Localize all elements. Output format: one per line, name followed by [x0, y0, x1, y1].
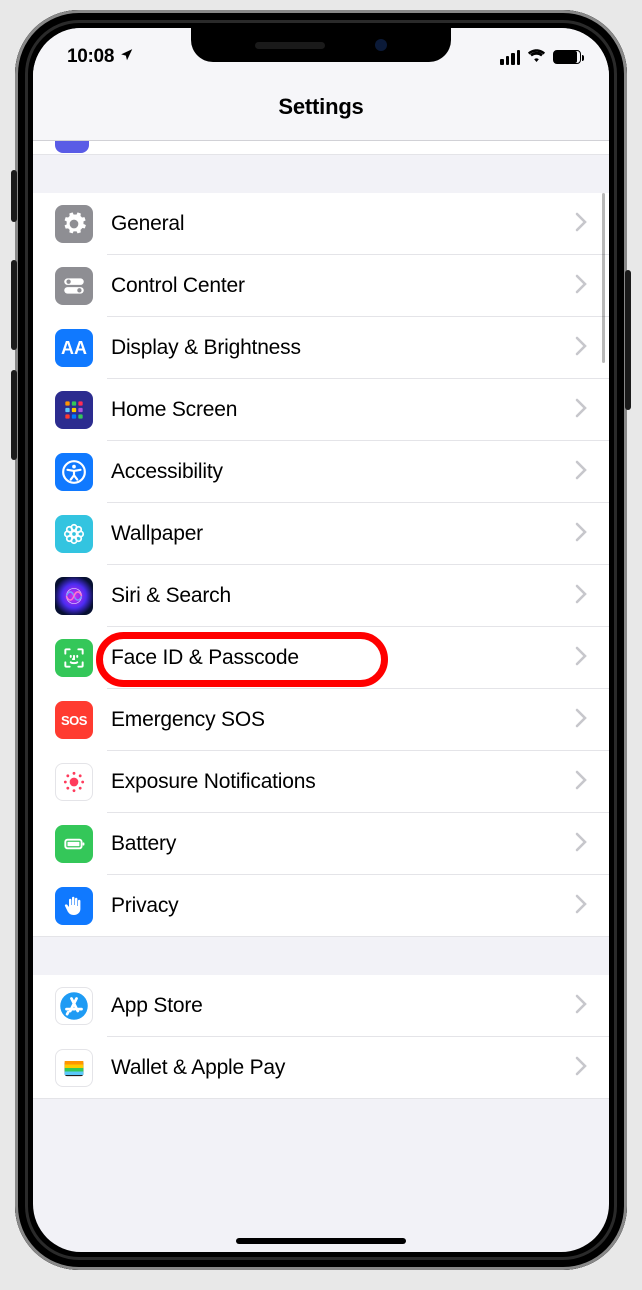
- gear-icon: [55, 205, 93, 243]
- appstore-icon: [55, 987, 93, 1025]
- chevron-right-icon: [575, 994, 587, 1019]
- sos-icon: SOS: [55, 701, 93, 739]
- row-control-center[interactable]: Control Center: [33, 255, 609, 317]
- chevron-right-icon: [575, 1056, 587, 1081]
- row-label: Wallpaper: [111, 522, 575, 546]
- battery-icon: [553, 50, 581, 64]
- chevron-right-icon: [575, 584, 587, 609]
- phone-frame: 10:08 Settings: [15, 10, 627, 1270]
- row-label: Control Center: [111, 274, 575, 298]
- flower-icon: [55, 515, 93, 553]
- row-label: Exposure Notifications: [111, 770, 575, 794]
- row-wallpaper[interactable]: Wallpaper: [33, 503, 609, 565]
- row-label: Accessibility: [111, 460, 575, 484]
- chevron-right-icon: [575, 398, 587, 423]
- grid-icon: [55, 391, 93, 429]
- row-label: Privacy: [111, 894, 575, 918]
- chevron-right-icon: [575, 460, 587, 485]
- chevron-right-icon: [575, 770, 587, 795]
- front-camera: [375, 39, 387, 51]
- battery-icon: [55, 825, 93, 863]
- location-icon: [120, 46, 134, 68]
- row-wallet[interactable]: Wallet & Apple Pay: [33, 1037, 609, 1099]
- section-gap: [33, 937, 609, 975]
- volume-down-button: [11, 370, 17, 460]
- row-label: Siri & Search: [111, 584, 575, 608]
- row-label: Emergency SOS: [111, 708, 575, 732]
- chevron-right-icon: [575, 646, 587, 671]
- chevron-right-icon: [575, 212, 587, 237]
- row-label: Home Screen: [111, 398, 575, 422]
- partial-row-above: [33, 141, 609, 155]
- chevron-right-icon: [575, 832, 587, 857]
- chevron-right-icon: [575, 522, 587, 547]
- row-sos[interactable]: SOS Emergency SOS: [33, 689, 609, 751]
- notch: [191, 28, 451, 62]
- row-battery[interactable]: Battery: [33, 813, 609, 875]
- settings-group-2: App Store Wallet & Apple Pay: [33, 975, 609, 1099]
- row-label: Wallet & Apple Pay: [111, 1056, 575, 1080]
- speaker-grille: [255, 42, 325, 49]
- accessibility-icon: [55, 453, 93, 491]
- section-gap: [33, 155, 609, 193]
- row-label: General: [111, 212, 575, 236]
- chevron-right-icon: [575, 274, 587, 299]
- row-label: Face ID & Passcode: [111, 646, 575, 670]
- row-privacy[interactable]: Privacy: [33, 875, 609, 937]
- settings-list[interactable]: General Control Center AA Display & Brig…: [33, 141, 609, 1239]
- wallet-icon: [55, 1049, 93, 1087]
- row-general[interactable]: General: [33, 193, 609, 255]
- volume-up-button: [11, 260, 17, 350]
- cellular-icon: [500, 50, 520, 65]
- status-time: 10:08: [67, 46, 114, 68]
- row-label: App Store: [111, 994, 575, 1018]
- faceid-icon: [55, 639, 93, 677]
- hand-icon: [55, 887, 93, 925]
- chevron-right-icon: [575, 894, 587, 919]
- row-label: Battery: [111, 832, 575, 856]
- row-home-screen[interactable]: Home Screen: [33, 379, 609, 441]
- row-exposure[interactable]: Exposure Notifications: [33, 751, 609, 813]
- row-app-store[interactable]: App Store: [33, 975, 609, 1037]
- row-faceid[interactable]: Face ID & Passcode: [33, 627, 609, 689]
- chevron-right-icon: [575, 708, 587, 733]
- screen: 10:08 Settings: [33, 28, 609, 1252]
- siri-icon: [55, 577, 93, 615]
- home-indicator[interactable]: [236, 1238, 406, 1244]
- text-size-icon: AA: [55, 329, 93, 367]
- mute-switch: [11, 170, 17, 222]
- row-label: Display & Brightness: [111, 336, 575, 360]
- row-accessibility[interactable]: Accessibility: [33, 441, 609, 503]
- power-button: [625, 270, 631, 410]
- wifi-icon: [527, 48, 546, 67]
- chevron-right-icon: [575, 336, 587, 361]
- page-title: Settings: [33, 76, 609, 141]
- exposure-icon: [55, 763, 93, 801]
- row-siri-search[interactable]: Siri & Search: [33, 565, 609, 627]
- toggles-icon: [55, 267, 93, 305]
- scroll-indicator: [602, 193, 605, 363]
- settings-group-1: General Control Center AA Display & Brig…: [33, 193, 609, 937]
- row-display[interactable]: AA Display & Brightness: [33, 317, 609, 379]
